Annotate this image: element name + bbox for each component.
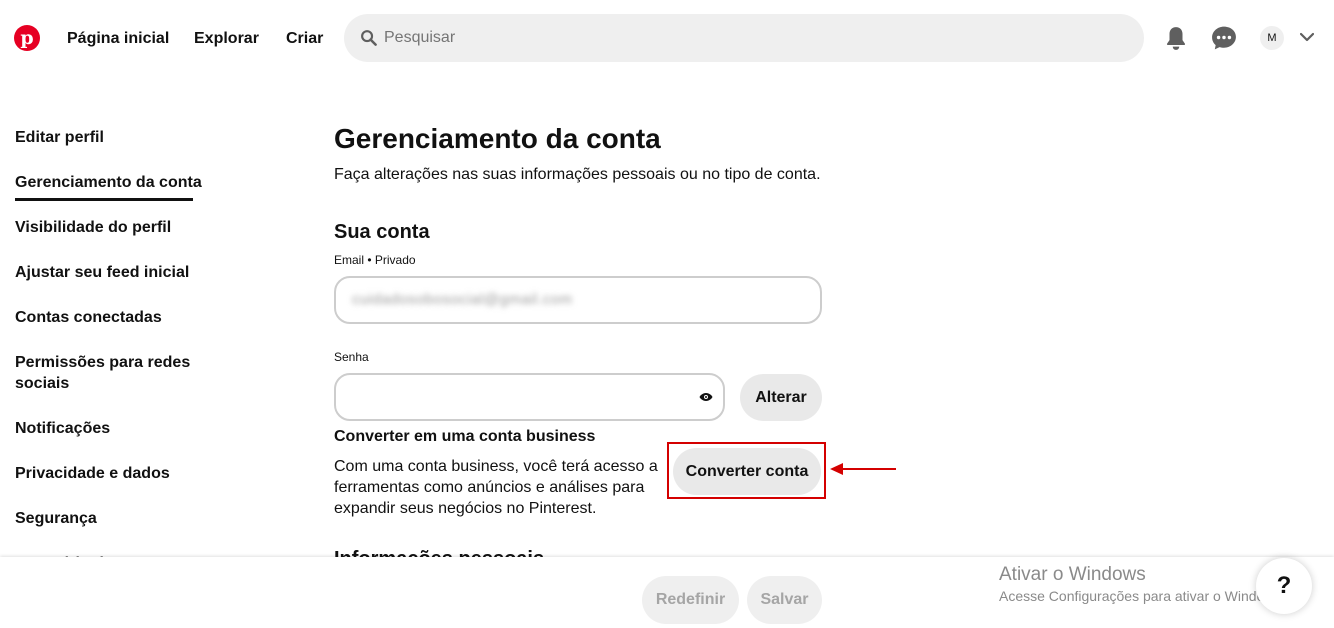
sidebar-item-security[interactable]: Segurança bbox=[15, 508, 215, 529]
email-value: cuidadosobosocial@gmail.com bbox=[352, 291, 573, 308]
sidebar-item-profile-visibility[interactable]: Visibilidade do perfil bbox=[15, 217, 215, 238]
top-header: p Página inicial Explorar Criar M bbox=[0, 0, 1334, 80]
sidebar-item-home-feed[interactable]: Ajustar seu feed inicial bbox=[15, 262, 215, 283]
sidebar-item-social-permissions[interactable]: Permissões para redes sociais bbox=[15, 352, 205, 394]
section-title-your-account: Sua conta bbox=[334, 221, 430, 243]
nav-create[interactable]: Criar bbox=[286, 30, 323, 48]
change-password-button[interactable]: Alterar bbox=[740, 374, 822, 421]
password-field[interactable] bbox=[334, 373, 725, 421]
page-subtitle: Faça alterações nas suas informações pes… bbox=[334, 166, 821, 183]
annotation-highlight-box bbox=[667, 442, 826, 499]
sidebar-item-account-management[interactable]: Gerenciamento da conta bbox=[15, 172, 215, 193]
windows-activation-subtitle: Acesse Configurações para ativar o Windo… bbox=[999, 588, 1286, 604]
save-button[interactable]: Salvar bbox=[747, 576, 822, 624]
email-label: Email • Privado bbox=[334, 253, 416, 267]
password-label: Senha bbox=[334, 350, 369, 364]
pinterest-logo[interactable]: p bbox=[14, 25, 40, 51]
pinterest-logo-glyph: p bbox=[20, 27, 34, 49]
business-description: Com uma conta business, você terá acesso… bbox=[334, 458, 658, 517]
active-indicator bbox=[15, 198, 193, 201]
annotation-arrow-icon bbox=[830, 463, 896, 475]
search-input[interactable] bbox=[384, 29, 984, 47]
avatar[interactable]: M bbox=[1260, 26, 1284, 50]
business-title: Converter em uma conta business bbox=[334, 428, 596, 445]
section-title-personal-info: Informações pessoais bbox=[334, 548, 544, 557]
search-bar[interactable] bbox=[344, 14, 1144, 62]
page-title: Gerenciamento da conta bbox=[334, 123, 661, 154]
search-icon bbox=[361, 30, 377, 46]
chevron-down-icon[interactable] bbox=[1300, 32, 1314, 42]
sidebar-item-notifications[interactable]: Notificações bbox=[15, 418, 215, 439]
sidebar-item-connected-accounts[interactable]: Contas conectadas bbox=[15, 307, 215, 328]
nav-home[interactable]: Página inicial bbox=[67, 30, 169, 48]
nav-explore[interactable]: Explorar bbox=[194, 30, 259, 48]
help-button[interactable]: ? bbox=[1256, 558, 1312, 614]
sidebar-item-edit-profile[interactable]: Editar perfil bbox=[15, 127, 215, 148]
bell-icon[interactable] bbox=[1163, 25, 1189, 51]
reset-button[interactable]: Redefinir bbox=[642, 576, 739, 624]
eye-icon[interactable] bbox=[699, 392, 713, 402]
windows-activation-title: Ativar o Windows bbox=[999, 564, 1146, 585]
messages-icon[interactable] bbox=[1211, 25, 1237, 51]
sidebar-item-privacy[interactable]: Privacidade e dados bbox=[15, 463, 215, 484]
email-field[interactable]: cuidadosobosocial@gmail.com bbox=[334, 276, 822, 324]
